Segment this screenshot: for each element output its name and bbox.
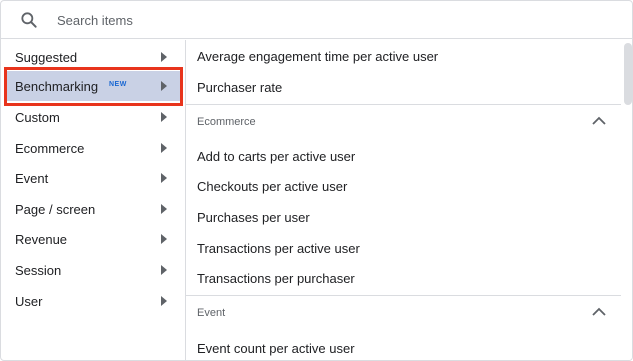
metric-item[interactable]: Average engagement time per active user [197,49,438,64]
metric-item[interactable]: Add to carts per active user [197,149,355,164]
section-title-ecommerce: Ecommerce [197,116,256,128]
chevron-right-icon [161,296,167,306]
category-label: Session [15,263,62,278]
category-label: Page / screen [15,202,96,217]
category-item-ecommerce[interactable]: Ecommerce [5,133,181,163]
search-bar [1,1,632,39]
scrollbar-thumb[interactable] [624,43,632,105]
category-item-suggested[interactable]: Suggested [5,42,181,72]
category-item-revenue[interactable]: Revenue [5,224,181,254]
metric-picker-panel: Suggested Benchmarking NEW Custom Ecomme… [0,0,633,361]
metric-item[interactable]: Transactions per purchaser [197,271,355,286]
search-icon [21,12,37,28]
category-item-event[interactable]: Event [5,163,181,193]
chevron-right-icon [161,143,167,153]
metric-item[interactable]: Transactions per active user [197,241,360,256]
chevron-up-icon[interactable] [592,116,606,126]
category-label: Event [15,171,49,186]
section-divider [186,104,622,105]
chevron-right-icon [161,173,167,183]
category-item-custom[interactable]: Custom [5,102,181,132]
metric-item[interactable]: Purchases per user [197,210,310,225]
chevron-right-icon [161,81,167,91]
chevron-right-icon [161,265,167,275]
chevron-right-icon [161,234,167,244]
metric-list: Average engagement time per active user … [186,40,632,360]
category-label: Benchmarking [15,79,99,94]
category-list: Suggested Benchmarking NEW Custom Ecomme… [1,40,186,360]
chevron-right-icon [161,204,167,214]
category-label: User [15,294,43,309]
chevron-right-icon [161,112,167,122]
chevron-right-icon [161,52,167,62]
category-label: Suggested [15,50,78,65]
category-item-user[interactable]: User [5,286,181,316]
new-badge: NEW [109,81,127,88]
metric-item[interactable]: Event count per active user [197,341,355,356]
category-item-benchmarking[interactable]: Benchmarking NEW [5,71,181,101]
category-label: Revenue [15,232,68,247]
section-divider [186,295,622,296]
chevron-up-icon[interactable] [592,307,606,317]
category-label: Custom [15,110,60,125]
category-label: Ecommerce [15,141,85,156]
metric-item[interactable]: Checkouts per active user [197,179,347,194]
metric-item[interactable]: Purchaser rate [197,80,282,95]
category-item-session[interactable]: Session [5,255,181,285]
category-item-page-screen[interactable]: Page / screen [5,194,181,224]
section-title-event: Event [197,307,226,319]
search-input[interactable] [57,9,557,31]
